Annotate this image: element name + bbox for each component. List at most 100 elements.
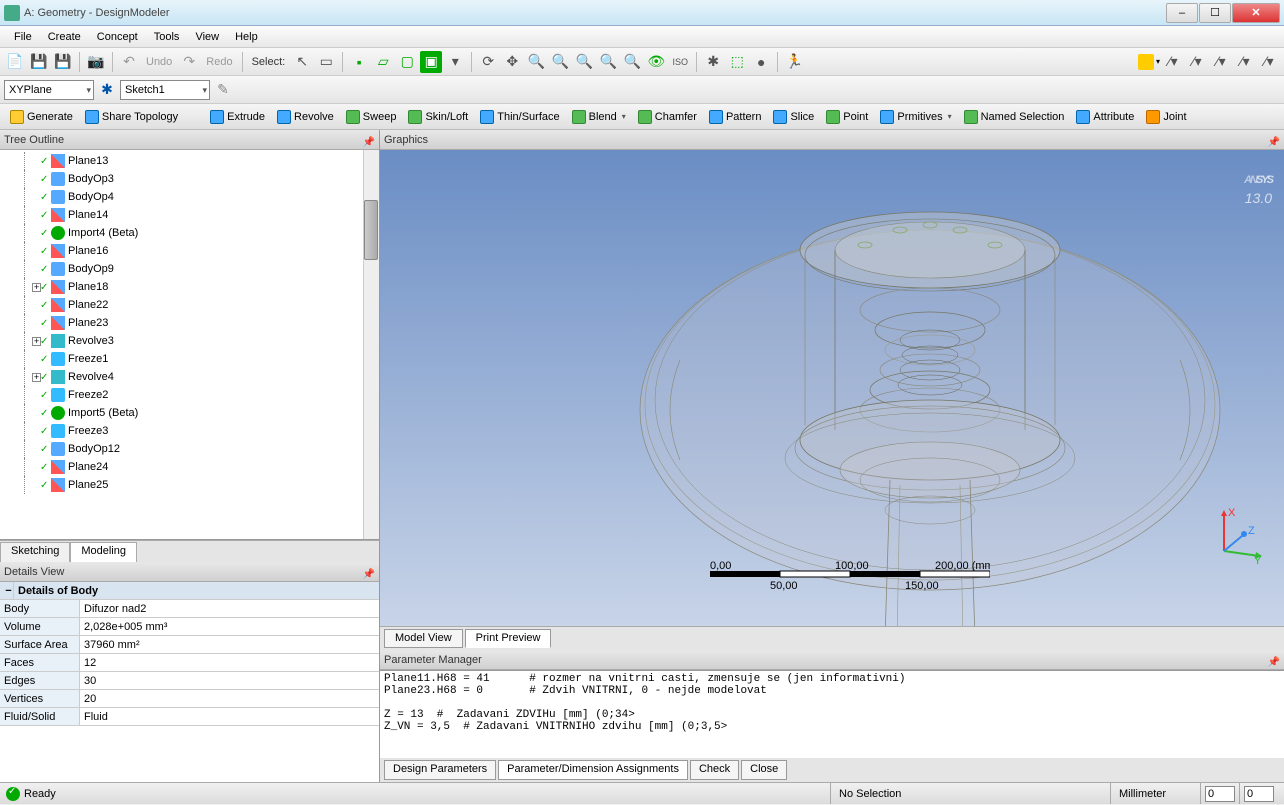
collapse-icon[interactable]: − — [0, 582, 14, 599]
revolve-button[interactable]: Revolve — [271, 108, 340, 126]
extrude-button[interactable]: Extrude — [204, 108, 271, 126]
plane-combo[interactable]: XYPlane — [4, 80, 94, 100]
status-input-2[interactable] — [1244, 786, 1274, 802]
plane-view-icon[interactable]: ✱ — [702, 51, 724, 73]
filter-body-icon[interactable]: ▣ — [420, 51, 442, 73]
zoom-sel-icon[interactable]: 🔍 — [621, 51, 643, 73]
tree-item[interactable]: ✓BodyOp4 — [0, 188, 379, 206]
attribute-button[interactable]: Attribute — [1070, 108, 1140, 126]
line5-icon[interactable]: ⁄▾ — [1258, 51, 1280, 73]
run-icon[interactable]: 🏃 — [783, 51, 805, 73]
blend-button[interactable]: Blend — [566, 108, 632, 126]
select-box-icon[interactable]: ▭ — [315, 51, 337, 73]
undo-label[interactable]: Undo — [142, 56, 176, 68]
pan-icon[interactable]: ✥ — [501, 51, 523, 73]
expand-icon[interactable]: + — [32, 373, 41, 382]
dot-icon[interactable]: ● — [750, 51, 772, 73]
tree-item[interactable]: ✓Plane25 — [0, 476, 379, 494]
parameter-text[interactable]: Plane11.H68 = 41 # rozmer na vnitrni cas… — [380, 671, 1284, 758]
tree-item[interactable]: ✓Freeze1 — [0, 350, 379, 368]
tab-param-dim[interactable]: Parameter/Dimension Assignments — [498, 760, 688, 780]
filter-extend-icon[interactable]: ▾ — [444, 51, 466, 73]
tree-item[interactable]: ✓Plane14 — [0, 206, 379, 224]
pattern-button[interactable]: Pattern — [703, 108, 767, 126]
pin-icon[interactable]: 📌 — [363, 565, 375, 585]
generate-button[interactable]: Generate — [4, 108, 79, 126]
status-input-1[interactable] — [1205, 786, 1235, 802]
undo-icon[interactable]: ↶ — [118, 51, 140, 73]
sweep-button[interactable]: Sweep — [340, 108, 403, 126]
chamfer-button[interactable]: Chamfer — [632, 108, 703, 126]
tree-item[interactable]: ✓Plane24 — [0, 458, 379, 476]
status-unit[interactable]: Millimeter — [1110, 783, 1200, 804]
share-topology-button[interactable]: Share Topology — [79, 108, 184, 126]
line4-icon[interactable]: ⁄▾ — [1234, 51, 1256, 73]
line3-icon[interactable]: ⁄▾ — [1210, 51, 1232, 73]
zoom-box-icon[interactable]: 🔍 — [597, 51, 619, 73]
saveall-icon[interactable]: 💾 — [52, 51, 74, 73]
tab-close[interactable]: Close — [741, 760, 787, 780]
tree-item[interactable]: +✓Revolve4 — [0, 368, 379, 386]
new-plane-icon[interactable]: ✱ — [96, 79, 118, 101]
view-triad[interactable]: X Y Z — [1204, 506, 1264, 566]
menu-concept[interactable]: Concept — [89, 29, 146, 45]
point-button[interactable]: Point — [820, 108, 874, 126]
line1-icon[interactable]: ⁄▾ — [1162, 51, 1184, 73]
close-button[interactable] — [1232, 3, 1280, 23]
tree-item[interactable]: +✓Plane18 — [0, 278, 379, 296]
details-row[interactable]: Surface Area37960 mm² — [0, 636, 379, 654]
details-row[interactable]: BodyDifuzor nad2 — [0, 600, 379, 618]
new-sketch-icon[interactable]: ✎ — [212, 79, 234, 101]
menu-create[interactable]: Create — [40, 29, 89, 45]
pin-icon[interactable]: 📌 — [1268, 653, 1280, 673]
tree-item[interactable]: ✓BodyOp12 — [0, 440, 379, 458]
menu-help[interactable]: Help — [227, 29, 266, 45]
filter-edge-icon[interactable]: ▱ — [372, 51, 394, 73]
scrollbar-thumb[interactable] — [364, 200, 378, 260]
details-row[interactable]: Fluid/SolidFluid — [0, 708, 379, 726]
tree-item[interactable]: ✓BodyOp9 — [0, 260, 379, 278]
look-at-icon[interactable]: 👁 — [645, 51, 667, 73]
details-row[interactable]: Volume2,028e+005 mm³ — [0, 618, 379, 636]
tree-item[interactable]: ✓Import5 (Beta) — [0, 404, 379, 422]
zoom-fit-icon[interactable]: 🔍 — [573, 51, 595, 73]
filter-face-icon[interactable]: ▢ — [396, 51, 418, 73]
rotate-icon[interactable]: ⟳ — [477, 51, 499, 73]
tree-item[interactable]: ✓Plane16 — [0, 242, 379, 260]
tree-item[interactable]: +✓Revolve3 — [0, 332, 379, 350]
tree-item[interactable]: ✓Plane13 — [0, 152, 379, 170]
graphics-viewport[interactable]: ANSYS 13.0 — [380, 150, 1284, 626]
tab-modeling[interactable]: Modeling — [70, 542, 137, 562]
cube-view-icon[interactable]: ⬚ — [726, 51, 748, 73]
tree-outline[interactable]: ✓Plane13✓BodyOp3✓BodyOp4✓Plane14✓Import4… — [0, 150, 379, 540]
details-row[interactable]: Edges30 — [0, 672, 379, 690]
tab-model-view[interactable]: Model View — [384, 629, 463, 648]
line2-icon[interactable]: ⁄▾ — [1186, 51, 1208, 73]
save-icon[interactable]: 💾 — [28, 51, 50, 73]
joint-button[interactable]: Joint — [1140, 108, 1192, 126]
tab-sketching[interactable]: Sketching — [0, 542, 70, 562]
menu-view[interactable]: View — [187, 29, 227, 45]
tab-print-preview[interactable]: Print Preview — [465, 629, 552, 648]
sketch-combo[interactable]: Sketch1 — [120, 80, 210, 100]
menu-file[interactable]: File — [6, 29, 40, 45]
minimize-button[interactable] — [1166, 3, 1198, 23]
tree-item[interactable]: ✓Plane23 — [0, 314, 379, 332]
tree-item[interactable]: ✓Freeze3 — [0, 422, 379, 440]
iso-icon[interactable]: ISO — [669, 51, 691, 73]
camera-icon[interactable]: 📷 — [85, 51, 107, 73]
color-yellow-icon[interactable] — [1138, 54, 1154, 70]
thin-surface-button[interactable]: Thin/Surface — [474, 108, 565, 126]
tree-item[interactable]: ✓Import4 (Beta) — [0, 224, 379, 242]
filter-point-icon[interactable]: ▪ — [348, 51, 370, 73]
tree-item[interactable]: ✓BodyOp3 — [0, 170, 379, 188]
tree-item[interactable]: ✓Plane22 — [0, 296, 379, 314]
zoom-in-icon[interactable]: 🔍 — [525, 51, 547, 73]
tab-design-params[interactable]: Design Parameters — [384, 760, 496, 780]
maximize-button[interactable] — [1199, 3, 1231, 23]
select-cursor-icon[interactable]: ↖ — [291, 51, 313, 73]
primitives-button[interactable]: Prmitives — [874, 108, 957, 126]
details-row[interactable]: Vertices20 — [0, 690, 379, 708]
expand-icon[interactable]: + — [32, 337, 41, 346]
tree-item[interactable]: ✓Freeze2 — [0, 386, 379, 404]
